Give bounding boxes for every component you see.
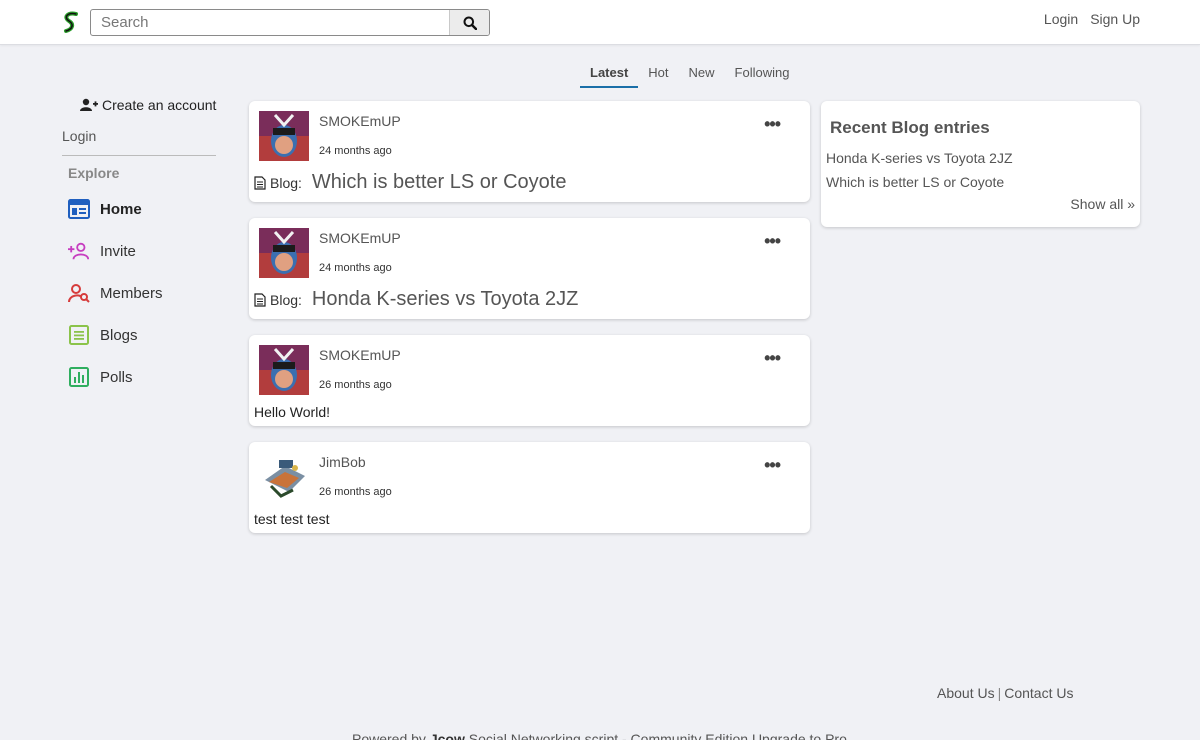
post-time: 26 months ago [319,486,392,498]
sidebar-item-label: Home [100,200,142,218]
post-time: 26 months ago [319,379,392,391]
footer-separator: | [997,685,1002,701]
search-box [90,9,490,36]
feed-post: JimBob 26 months ago ••• test test test [249,442,810,533]
search-icon [463,16,477,30]
create-account-label: Create an account [102,97,217,113]
about-us-link[interactable]: About Us [937,685,995,701]
tab-new[interactable]: New [679,61,725,88]
create-account-link[interactable]: Create an account [80,97,216,113]
members-icon [68,282,90,304]
document-icon [254,292,266,307]
more-options-icon[interactable]: ••• [764,456,781,474]
post-text: Hello World! [254,404,330,420]
signup-link[interactable]: Sign Up [1090,11,1140,27]
blog-title-link[interactable]: Which is better LS or Coyote [312,171,567,194]
tab-following[interactable]: Following [725,61,800,88]
blog-prefix: Blog: [270,291,302,308]
blog-title-link[interactable]: Honda K-series vs Toyota 2JZ [312,288,578,311]
blog-link-row: Blog: Which is better LS or Coyote [254,171,566,194]
polls-icon [68,366,90,388]
logo-icon[interactable] [60,11,82,35]
sidebar-item-home[interactable]: Home [68,198,142,220]
sidebar-item-label: Invite [100,242,136,260]
add-user-icon [80,98,98,111]
invite-icon [68,240,90,262]
explore-heading: Explore [68,165,120,181]
blogs-icon [68,324,90,346]
more-options-icon[interactable]: ••• [764,115,781,133]
post-author[interactable]: SMOKEmUP [319,230,401,246]
search-input[interactable] [91,10,449,35]
avatar[interactable] [259,345,309,395]
tab-hot[interactable]: Hot [638,61,678,88]
more-options-icon[interactable]: ••• [764,232,781,250]
footer-links: About Us | Contact Us [937,685,1073,701]
document-icon [254,175,266,190]
feed-post: SMOKEmUP 26 months ago ••• Hello World! [249,335,810,426]
tab-latest[interactable]: Latest [580,61,639,88]
powered-suffix[interactable]: Social Networking script - Community Edi… [469,731,847,740]
powered-by: Powered by Jcow Social Networking script… [352,731,847,740]
feed-tabs: Latest Hot New Following [580,61,799,88]
sidebar-item-members[interactable]: Members [68,282,163,304]
avatar[interactable] [259,111,309,161]
contact-us-link[interactable]: Contact Us [1004,685,1073,701]
powered-prefix: Powered by [352,731,426,740]
sidebar-item-label: Blogs [100,326,138,344]
post-time: 24 months ago [319,145,392,157]
recent-blog-link[interactable]: Which is better LS or Coyote [826,174,1004,190]
recent-blog-link[interactable]: Honda K-series vs Toyota 2JZ [826,150,1013,166]
avatar[interactable] [259,228,309,278]
blog-link-row: Blog: Honda K-series vs Toyota 2JZ [254,288,578,311]
panel-title: Recent Blog entries [830,118,990,137]
sidebar-login-link[interactable]: Login [62,128,96,144]
post-time: 24 months ago [319,262,392,274]
post-text: test test test [254,511,330,527]
feed-post: SMOKEmUP 24 months ago ••• Blog: Which i… [249,101,810,202]
recent-blog-entries-panel: Recent Blog entries Honda K-series vs To… [821,101,1140,227]
divider [62,155,216,156]
feed-post: SMOKEmUP 24 months ago ••• Blog: Honda K… [249,218,810,319]
sidebar-item-label: Members [100,284,163,302]
sidebar-item-invite[interactable]: Invite [68,240,136,262]
sidebar-item-polls[interactable]: Polls [68,366,133,388]
post-author[interactable]: SMOKEmUP [319,113,401,129]
avatar[interactable] [259,452,309,502]
show-all-link[interactable]: Show all » [1070,196,1135,212]
sidebar-item-blogs[interactable]: Blogs [68,324,138,346]
top-bar: Login Sign Up [0,0,1200,45]
sidebar-item-label: Polls [100,368,133,386]
home-icon [68,198,90,220]
post-author[interactable]: JimBob [319,454,366,470]
more-options-icon[interactable]: ••• [764,349,781,367]
post-author[interactable]: SMOKEmUP [319,347,401,363]
brand-link[interactable]: Jcow [430,731,465,740]
search-button[interactable] [449,10,489,35]
blog-prefix: Blog: [270,174,302,191]
login-link[interactable]: Login [1044,11,1078,27]
